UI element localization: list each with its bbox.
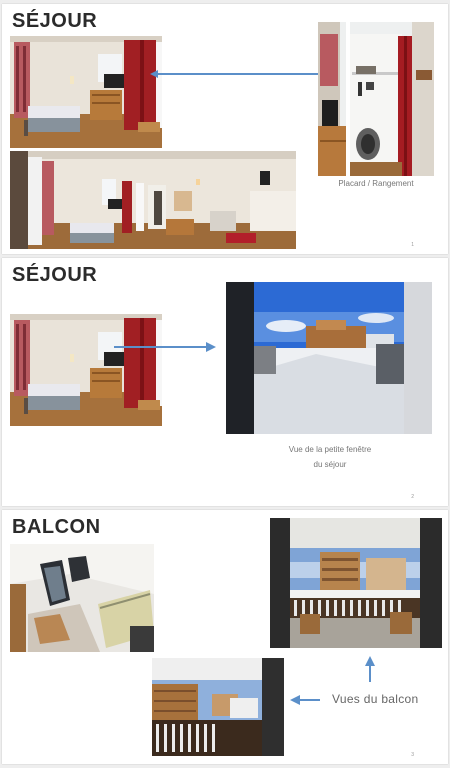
snowy-village-view-photo: [226, 282, 432, 434]
balcony-views-label: Vues du balcon: [332, 692, 419, 706]
slide-sejour-1: SÉJOUR Placard / Rangement 1: [2, 4, 448, 254]
arrow-up-to-view: [365, 656, 375, 682]
slide-balcon: BALCON Vues du balcon 3: [2, 510, 448, 764]
room-panorama-photo: [10, 151, 296, 249]
wardrobe-closet-photo: [318, 22, 434, 176]
wardrobe-closet-icon: [318, 22, 434, 176]
room-bed-window-photo: [10, 36, 162, 148]
room-panorama-icon: [10, 151, 296, 249]
balcony-chairs-photo: [10, 544, 154, 652]
slide-title: SÉJOUR: [12, 10, 98, 32]
arrow-to-closet: [150, 70, 318, 78]
balcony-railing-icon: [152, 658, 284, 756]
room-bed-window-photo: [10, 314, 162, 426]
slide-sejour-2: SÉJOUR Vue de la petite fenêtre du séjou…: [2, 258, 448, 506]
room-bed-window-icon: [10, 314, 162, 426]
page-number: 3: [411, 752, 414, 758]
arrow-to-view: [114, 342, 216, 352]
slide-title: SÉJOUR: [12, 264, 98, 286]
page-number: 1: [411, 242, 414, 248]
view-caption-line1: Vue de la petite fenêtre: [288, 445, 372, 454]
slide-title: BALCON: [12, 516, 101, 538]
view-caption-line2: du séjour: [313, 460, 347, 469]
view-caption: Vue de la petite fenêtre du séjour: [252, 442, 408, 472]
page-number: 2: [411, 494, 414, 500]
balcony-railing-photo: [152, 658, 284, 756]
snowy-village-view-icon: [226, 282, 432, 434]
closet-caption-text: Placard / Rangement: [338, 179, 414, 188]
closet-caption: Placard / Rangement: [318, 176, 434, 191]
balcony-view-icon: [270, 518, 442, 648]
balcony-view-photo: [270, 518, 442, 648]
balcony-chairs-icon: [10, 544, 154, 652]
arrow-left-to-railing: [290, 695, 320, 705]
room-bed-window-icon: [10, 36, 162, 148]
